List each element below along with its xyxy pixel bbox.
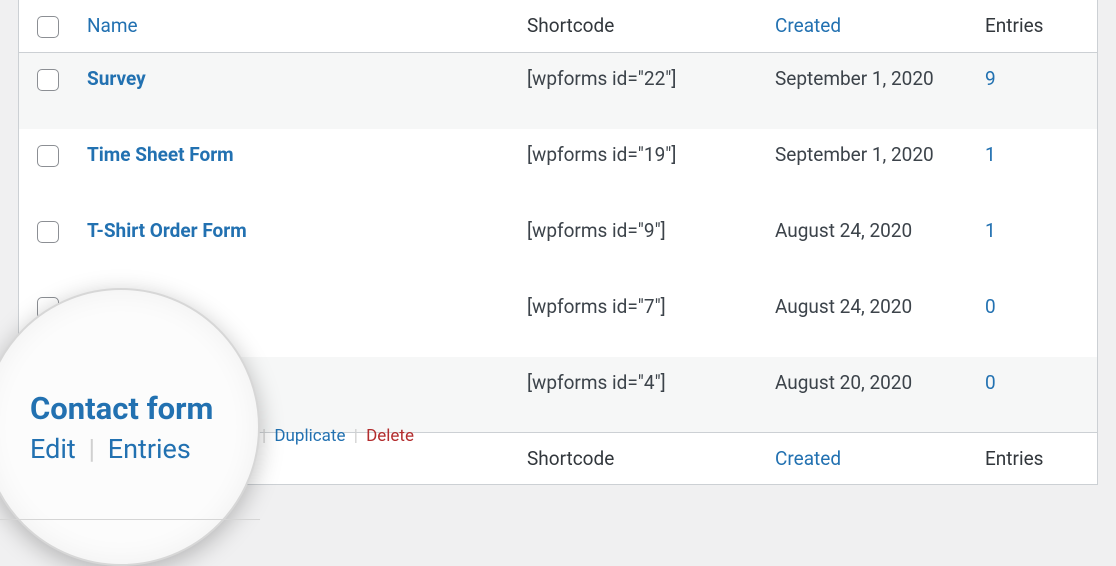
column-shortcode: Shortcode (517, 0, 765, 52)
created-cell: August 20, 2020 (765, 357, 975, 433)
table-footer-row: Shortcode Created Entries (19, 432, 1097, 484)
table-row: [wpforms id="7"] August 24, 2020 0 (19, 281, 1097, 357)
footer-created-link[interactable]: Created (775, 447, 841, 470)
created-cell: August 24, 2020 (765, 281, 975, 357)
lens-divider (0, 519, 260, 520)
separator: | (350, 426, 362, 446)
table-row: Survey [wpforms id="22"] September 1, 20… (19, 52, 1097, 128)
form-name-link[interactable]: T-Shirt Order Form (87, 219, 247, 242)
action-delete[interactable]: Delete (366, 426, 414, 446)
column-entries: Entries (975, 0, 1097, 52)
form-name-link[interactable]: Survey (87, 67, 146, 90)
table-row: Time Sheet Form [wpforms id="19"] Septem… (19, 129, 1097, 205)
created-cell: September 1, 2020 (765, 129, 975, 205)
shortcode-cell: [wpforms id="22"] (517, 52, 765, 128)
column-name-link[interactable]: Name (87, 14, 138, 37)
shortcode-cell: [wpforms id="9"] (517, 205, 765, 281)
form-name-link[interactable]: Time Sheet Form (87, 143, 234, 166)
column-created[interactable]: Created (765, 0, 975, 52)
separator: | (258, 426, 270, 446)
table-header-row: Name Shortcode Created Entries (19, 0, 1097, 52)
column-created-link[interactable]: Created (775, 14, 841, 37)
footer-shortcode: Shortcode (517, 432, 765, 484)
row-checkbox[interactable] (37, 221, 59, 243)
created-cell: September 1, 2020 (765, 52, 975, 128)
entries-link[interactable]: 0 (985, 295, 996, 318)
shortcode-cell: [wpforms id="4"] (517, 357, 765, 433)
column-name[interactable]: Name (77, 0, 517, 52)
footer-created[interactable]: Created (765, 432, 975, 484)
row-checkbox[interactable] (37, 297, 59, 319)
row-actions-visible: ew | Duplicate | Delete (232, 426, 414, 446)
action-duplicate[interactable]: Duplicate (274, 426, 345, 446)
shortcode-cell: [wpforms id="7"] (517, 281, 765, 357)
action-preview-fragment[interactable]: ew (232, 426, 254, 446)
table-row: T-Shirt Order Form [wpforms id="9"] Augu… (19, 205, 1097, 281)
select-all-checkbox[interactable] (37, 16, 59, 38)
row-checkbox[interactable] (37, 145, 59, 167)
entries-link[interactable]: 1 (985, 143, 996, 166)
shortcode-cell: [wpforms id="19"] (517, 129, 765, 205)
forms-table-panel: Name Shortcode Created Entries Survey [w… (18, 0, 1098, 485)
row-checkbox[interactable] (37, 69, 59, 91)
footer-entries: Entries (975, 432, 1097, 484)
forms-table: Name Shortcode Created Entries Survey [w… (19, 0, 1097, 484)
entries-link[interactable]: 0 (985, 371, 996, 394)
entries-link[interactable]: 1 (985, 219, 996, 242)
table-row: [wpforms id="4"] August 20, 2020 0 (19, 357, 1097, 433)
created-cell: August 24, 2020 (765, 205, 975, 281)
entries-link[interactable]: 9 (985, 67, 996, 90)
select-all-header (19, 0, 77, 52)
